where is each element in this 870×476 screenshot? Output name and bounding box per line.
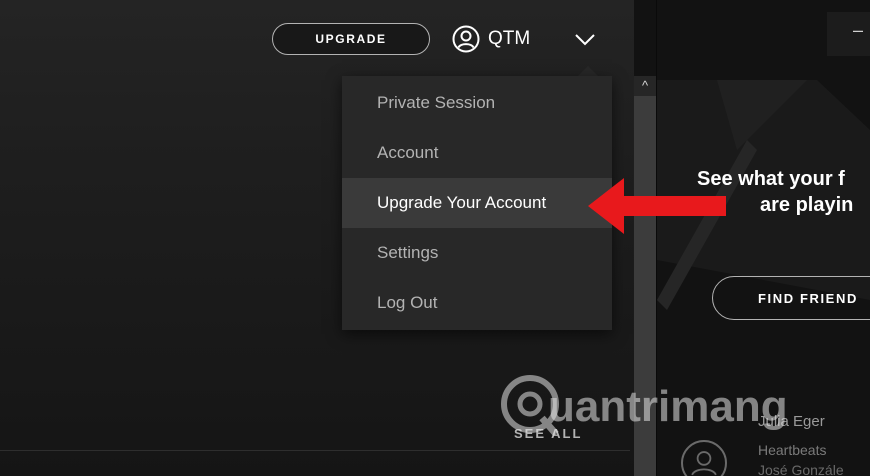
- upgrade-button-label: UPGRADE: [315, 32, 387, 46]
- friend-activity-title-line2: are playin: [760, 194, 854, 216]
- find-friends-button[interactable]: FIND FRIEND: [712, 276, 870, 320]
- username-label[interactable]: QTM: [488, 28, 530, 50]
- menu-item-label: Account: [377, 143, 439, 162]
- minimize-button[interactable]: [827, 12, 870, 56]
- friend-artist[interactable]: José Gonzále: [758, 462, 844, 476]
- menu-item-account[interactable]: Account: [342, 128, 612, 178]
- menu-item-settings[interactable]: Settings: [342, 228, 612, 278]
- menu-item-label: Settings: [377, 243, 439, 262]
- scroll-up-glyph: ^: [641, 78, 649, 93]
- upgrade-button[interactable]: UPGRADE: [272, 23, 430, 55]
- user-circle-icon[interactable]: [452, 25, 480, 53]
- spotify-window: UPGRADE QTM ^ – See what your f are play…: [0, 0, 870, 476]
- chevron-down-icon[interactable]: [574, 31, 596, 47]
- red-pointer-arrow: [588, 178, 726, 234]
- menu-item-label: Private Session: [377, 93, 496, 112]
- menu-item-label: Log Out: [377, 293, 438, 312]
- menu-item-label: Upgrade Your Account: [377, 193, 547, 212]
- minimize-icon[interactable]: –: [853, 20, 863, 41]
- scroll-up-button[interactable]: ^: [634, 76, 656, 96]
- menu-item-private-session[interactable]: Private Session: [342, 78, 612, 128]
- user-dropdown-menu: Private Session Account Upgrade Your Acc…: [342, 76, 612, 330]
- watermark-text: uantrimang: [548, 382, 788, 431]
- menu-caret: [578, 66, 598, 76]
- find-friends-label: FIND FRIEND: [758, 290, 858, 306]
- menu-item-upgrade-account[interactable]: Upgrade Your Account: [342, 178, 612, 228]
- menu-item-log-out[interactable]: Log Out: [342, 278, 612, 328]
